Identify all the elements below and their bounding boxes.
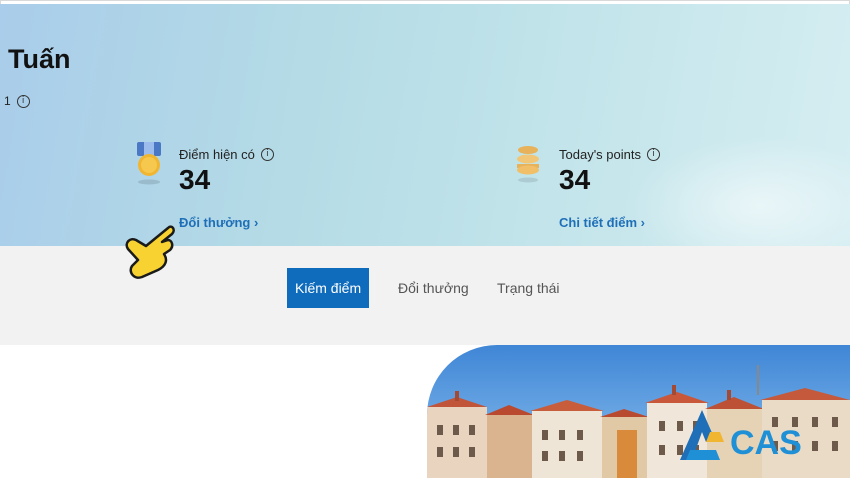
coin-stack-icon	[517, 146, 539, 183]
hand-pointer-icon	[125, 225, 175, 279]
user-level: 1 i	[4, 94, 30, 108]
chevron-right-icon: ›	[640, 215, 645, 230]
rewards-page: Tuấn 1 i Điểm hiện có i 34 Đổi thưởng ›	[0, 0, 850, 478]
hero-banner: Tuấn 1 i Điểm hiện có i 34 Đổi thưởng ›	[0, 4, 850, 276]
redeem-link[interactable]: Đổi thưởng ›	[179, 215, 258, 230]
available-points-label: Điểm hiện có i	[179, 147, 274, 162]
points-detail-link[interactable]: Chi tiết điểm ›	[559, 215, 645, 230]
level-value: 1	[4, 94, 11, 108]
points-detail-link-text: Chi tiết điểm	[559, 215, 638, 230]
cas-logo-icon: CAS	[680, 410, 802, 462]
logo-text: CAS	[730, 424, 802, 462]
info-icon[interactable]: i	[646, 148, 660, 161]
info-icon[interactable]: i	[16, 94, 30, 108]
tab-status[interactable]: Trạng thái	[497, 268, 560, 308]
tab-earn-points[interactable]: Kiếm điểm	[287, 268, 370, 308]
info-icon[interactable]: i	[260, 148, 274, 161]
redeem-link-text: Đổi thưởng	[179, 215, 251, 230]
tab-redeem[interactable]: Đổi thưởng	[398, 268, 469, 308]
available-points-label-text: Điểm hiện có	[179, 147, 255, 162]
medal-icon	[137, 142, 161, 185]
todays-points-value: 34	[559, 164, 591, 195]
available-points-value: 34	[179, 164, 211, 195]
user-name: Tuấn	[8, 44, 71, 74]
chevron-right-icon: ›	[254, 215, 259, 230]
todays-points-label: Today's points i	[559, 147, 660, 162]
todays-points-label-text: Today's points	[559, 147, 641, 162]
